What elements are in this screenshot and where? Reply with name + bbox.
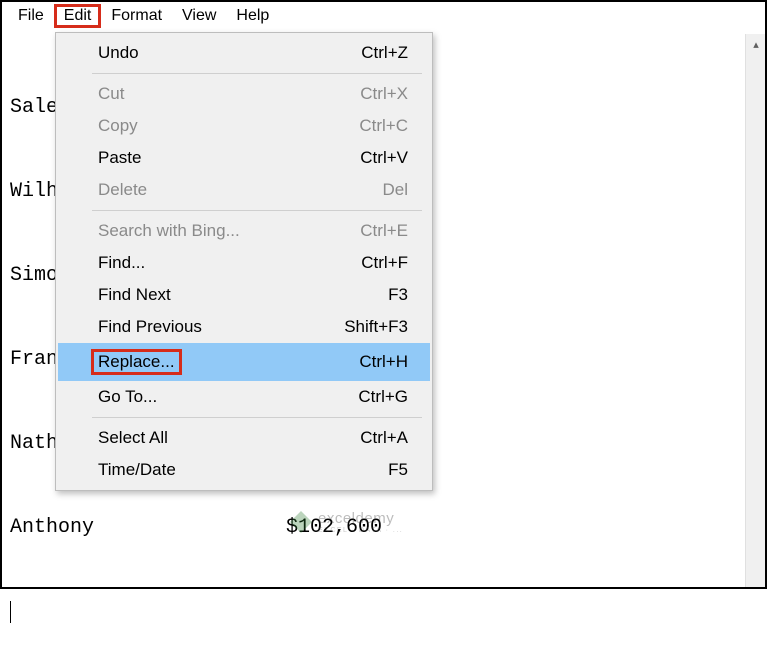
menu-item-label: Paste (98, 148, 141, 168)
menu-item-search-bing[interactable]: Search with Bing... Ctrl+E (58, 215, 430, 247)
menu-item-copy[interactable]: Copy Ctrl+C (58, 110, 430, 142)
menu-item-shortcut: F5 (388, 460, 408, 480)
menu-item-shortcut: F3 (388, 285, 408, 305)
menu-item-shortcut: Ctrl+C (359, 116, 408, 136)
menu-item-label: Select All (98, 428, 168, 448)
menu-file[interactable]: File (8, 4, 54, 28)
menu-item-find-next[interactable]: Find Next F3 (58, 279, 430, 311)
menu-separator (92, 73, 422, 74)
menu-item-label: Go To... (98, 387, 157, 407)
menu-separator (92, 210, 422, 211)
menu-item-label: Undo (98, 43, 139, 63)
menu-item-cut[interactable]: Cut Ctrl+X (58, 78, 430, 110)
menu-item-label: Find Next (98, 285, 171, 305)
menu-item-shortcut: Ctrl+F (361, 253, 408, 273)
menu-item-time-date[interactable]: Time/Date F5 (58, 454, 430, 486)
text-line: Anthony $102,600 (10, 514, 757, 542)
menu-item-shortcut: Ctrl+A (360, 428, 408, 448)
menu-item-shortcut: Ctrl+X (360, 84, 408, 104)
menu-item-find-previous[interactable]: Find Previous Shift+F3 (58, 311, 430, 343)
menu-item-find[interactable]: Find... Ctrl+F (58, 247, 430, 279)
scroll-up-icon[interactable]: ▴ (746, 34, 766, 54)
menu-item-label: Cut (98, 84, 124, 104)
menu-item-shortcut: Del (382, 180, 408, 200)
menu-item-label: Delete (98, 180, 147, 200)
menu-item-shortcut: Ctrl+V (360, 148, 408, 168)
edit-menu-dropdown: Undo Ctrl+Z Cut Ctrl+X Copy Ctrl+C Paste… (55, 32, 433, 491)
menu-item-shortcut: Ctrl+H (359, 352, 408, 372)
vertical-scrollbar[interactable]: ▴ (745, 34, 765, 587)
text-cursor (10, 601, 11, 623)
menu-item-label: Find Previous (98, 317, 202, 337)
menu-item-label: Search with Bing... (98, 221, 240, 241)
menu-item-undo[interactable]: Undo Ctrl+Z (58, 37, 430, 69)
menu-edit[interactable]: Edit (54, 4, 102, 28)
menu-item-label: Copy (98, 116, 138, 136)
text-line (10, 598, 757, 626)
menu-item-label: Replace... (98, 349, 182, 375)
menu-item-replace[interactable]: Replace... Ctrl+H (58, 343, 430, 381)
menu-item-shortcut: Ctrl+Z (361, 43, 408, 63)
menu-item-label: Time/Date (98, 460, 176, 480)
menu-item-shortcut: Ctrl+E (360, 221, 408, 241)
menu-item-paste[interactable]: Paste Ctrl+V (58, 142, 430, 174)
menubar: File Edit Format View Help (0, 0, 767, 32)
menu-item-delete[interactable]: Delete Del (58, 174, 430, 206)
menu-help[interactable]: Help (226, 4, 279, 28)
menu-separator (92, 417, 422, 418)
menu-view[interactable]: View (172, 4, 226, 28)
menu-format[interactable]: Format (101, 4, 172, 28)
menu-item-goto[interactable]: Go To... Ctrl+G (58, 381, 430, 413)
menu-item-label: Find... (98, 253, 145, 273)
menu-item-select-all[interactable]: Select All Ctrl+A (58, 422, 430, 454)
menu-item-shortcut: Shift+F3 (344, 317, 408, 337)
menu-item-shortcut: Ctrl+G (358, 387, 408, 407)
